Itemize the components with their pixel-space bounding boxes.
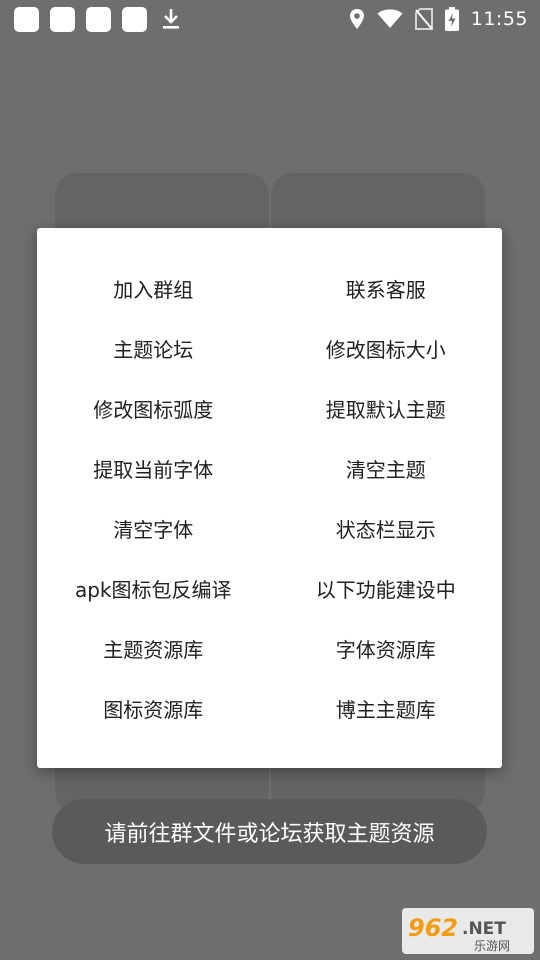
app-notification-icon <box>50 6 75 32</box>
menu-item-join-group[interactable]: 加入群组 <box>37 258 270 318</box>
menu-item-theme-forum[interactable]: 主题论坛 <box>37 318 270 378</box>
system-status-area: 11:55 <box>337 7 528 31</box>
status-time: 11:55 <box>470 8 528 30</box>
menu-item-icon-size[interactable]: 修改图标大小 <box>270 318 503 378</box>
menu-item-clear-font[interactable]: 清空字体 <box>37 498 270 558</box>
menu-item-blogger-theme-library[interactable]: 博主主题库 <box>270 678 503 738</box>
menu-item-apk-icon-decompile[interactable]: apk图标包反编译 <box>37 558 270 618</box>
location-icon <box>349 9 364 29</box>
wifi-icon <box>377 9 403 28</box>
notification-area <box>14 6 182 32</box>
menu-item-theme-library[interactable]: 主题资源库 <box>37 618 270 678</box>
no-sim-icon <box>414 8 433 30</box>
menu-item-extract-current-font[interactable]: 提取当前字体 <box>37 438 270 498</box>
watermark-logo: 962 .NET 乐游网 <box>402 908 534 954</box>
options-dialog: 加入群组 联系客服 主题论坛 修改图标大小 修改图标弧度 提取默认主题 提取当前… <box>37 228 502 768</box>
app-notification-icon <box>86 6 111 32</box>
app-notification-icon <box>122 6 147 32</box>
svg-text:乐游网: 乐游网 <box>474 939 510 953</box>
menu-item-icon-radius[interactable]: 修改图标弧度 <box>37 378 270 438</box>
app-notification-icon <box>14 6 39 32</box>
menu-item-font-library[interactable]: 字体资源库 <box>270 618 503 678</box>
menu-item-contact-support[interactable]: 联系客服 <box>270 258 503 318</box>
menu-item-clear-theme[interactable]: 清空主题 <box>270 438 503 498</box>
status-bar: 11:55 <box>0 0 540 38</box>
download-icon <box>163 9 179 29</box>
menu-item-icon-library[interactable]: 图标资源库 <box>37 678 270 738</box>
menu-item-under-construction[interactable]: 以下功能建设中 <box>270 558 503 618</box>
svg-text:962: 962 <box>408 914 458 942</box>
menu-item-status-bar-display[interactable]: 状态栏显示 <box>270 498 503 558</box>
battery-charging-icon <box>444 7 459 31</box>
svg-text:.NET: .NET <box>462 919 506 939</box>
info-pill: 请前往群文件或论坛获取主题资源 <box>52 799 487 864</box>
menu-item-extract-default-theme[interactable]: 提取默认主题 <box>270 378 503 438</box>
